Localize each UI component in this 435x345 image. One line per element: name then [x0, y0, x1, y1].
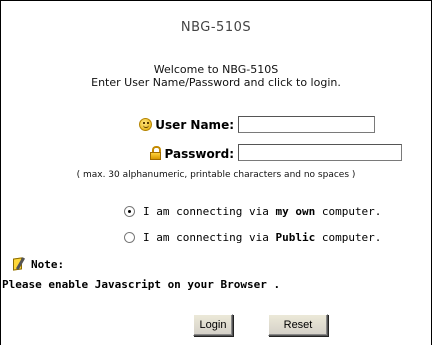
username-label: User Name: — [155, 118, 234, 132]
radio-public-computer-button[interactable] — [124, 232, 135, 243]
radio-own-computer[interactable]: I am connecting via my own computer. — [124, 205, 381, 218]
password-label-row: Password: — [120, 146, 234, 161]
note-text: Please enable Javascript on your Browser… — [2, 278, 281, 291]
radio-own-computer-label: I am connecting via my own computer. — [143, 205, 382, 218]
password-input[interactable] — [238, 144, 402, 161]
page-title: NBG-510S — [180, 20, 252, 35]
password-label: Password: — [164, 147, 235, 161]
welcome-line-2: Enter User Name/Password and click to lo… — [91, 76, 341, 89]
password-hint: ( max. 30 alphanumeric, printable charac… — [76, 170, 356, 180]
radio-own-computer-button[interactable] — [124, 206, 135, 217]
welcome-message: Welcome to NBG-510S Enter User Name/Pass… — [0, 63, 432, 89]
smiley-icon — [139, 118, 153, 131]
username-input[interactable] — [238, 116, 375, 133]
reset-button[interactable]: Reset — [268, 314, 328, 336]
radio-public-computer-label: I am connecting via Public computer. — [143, 231, 382, 244]
note-pencil-icon — [12, 257, 28, 271]
welcome-line-1: Welcome to NBG-510S — [153, 63, 279, 76]
note-heading: Note: — [12, 257, 64, 271]
lock-icon — [149, 146, 162, 160]
login-button[interactable]: Login — [193, 314, 233, 336]
radio-public-computer[interactable]: I am connecting via Public computer. — [124, 231, 381, 244]
username-label-row: User Name: — [120, 118, 234, 132]
note-label: Note: — [31, 257, 65, 271]
